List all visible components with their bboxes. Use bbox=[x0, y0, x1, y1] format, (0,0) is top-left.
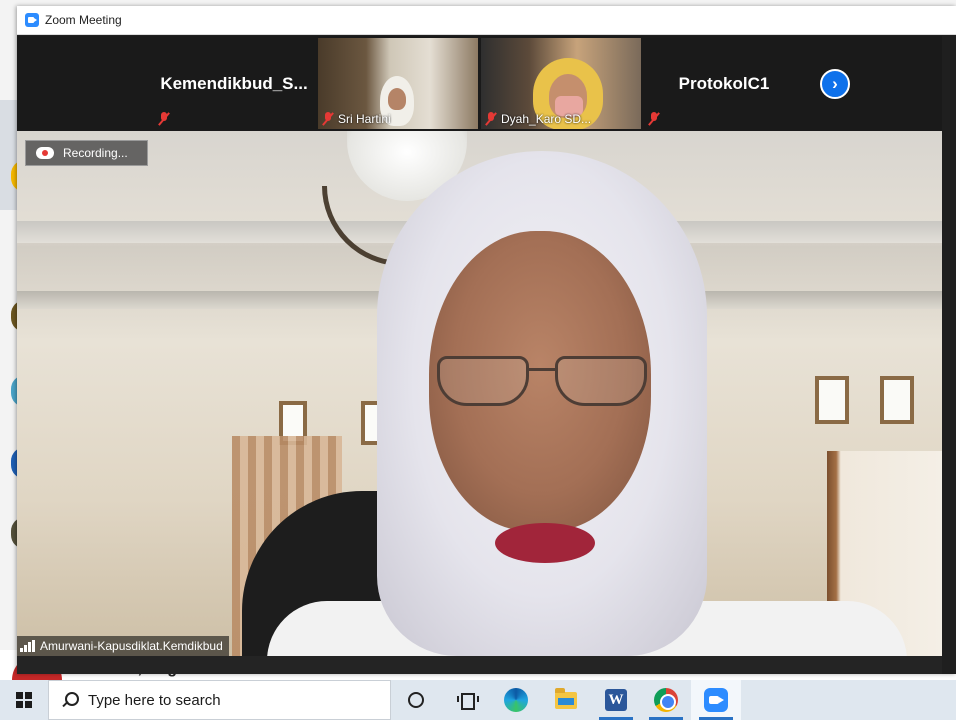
start-button[interactable] bbox=[0, 680, 48, 720]
active-speaker-label: Amurwani-Kapusdiklat.Kemdikbud bbox=[17, 636, 229, 656]
muted-mic-icon bbox=[158, 112, 170, 126]
participant-thumbnail[interactable]: Dyah_Karo SD... bbox=[481, 38, 641, 129]
muted-mic-icon bbox=[322, 112, 334, 126]
participant-footer bbox=[648, 112, 660, 126]
participant-thumbnail[interactable]: ProtokolC1 bbox=[644, 38, 804, 129]
cortana-icon bbox=[408, 692, 424, 708]
window-title: Zoom Meeting bbox=[45, 13, 122, 27]
windows-taskbar: Type here to search W bbox=[0, 680, 956, 720]
wall-window bbox=[815, 376, 849, 424]
taskbar-search-box[interactable]: Type here to search bbox=[48, 680, 391, 720]
zoom-taskbar-button[interactable] bbox=[691, 680, 741, 720]
participant-name: Dyah_Karo SD... bbox=[501, 112, 592, 126]
task-view-button[interactable] bbox=[441, 680, 491, 720]
participant-footer bbox=[158, 112, 170, 126]
edge-taskbar-button[interactable] bbox=[491, 680, 541, 720]
recording-label: Recording... bbox=[63, 146, 128, 160]
chrome-taskbar-button[interactable] bbox=[641, 680, 691, 720]
speaker-glasses bbox=[437, 356, 647, 408]
chevron-right-icon: › bbox=[832, 74, 838, 93]
participant-name: ProtokolC1 bbox=[678, 74, 770, 93]
recording-indicator[interactable]: Recording... bbox=[25, 140, 148, 166]
participant-footer: Dyah_Karo SD... bbox=[485, 112, 591, 126]
task-view-icon bbox=[457, 692, 479, 710]
active-speaker-name: Amurwani-Kapusdiklat.Kemdikbud bbox=[40, 639, 223, 653]
cortana-button[interactable] bbox=[391, 680, 441, 720]
zoom-logo-icon bbox=[25, 13, 39, 27]
word-taskbar-button[interactable]: W bbox=[591, 680, 641, 720]
zoom-icon bbox=[704, 688, 728, 712]
chrome-icon bbox=[654, 688, 678, 712]
file-explorer-icon bbox=[555, 687, 577, 709]
active-speaker-video[interactable] bbox=[17, 131, 942, 656]
window-titlebar[interactable]: Zoom Meeting bbox=[17, 6, 956, 35]
meeting-bottom-bar bbox=[17, 656, 942, 674]
file-explorer-taskbar-button[interactable] bbox=[541, 680, 591, 720]
background-sidebar-strip bbox=[0, 100, 18, 210]
speaker-lips bbox=[495, 523, 595, 563]
muted-mic-icon bbox=[648, 112, 660, 126]
search-icon bbox=[61, 691, 79, 709]
speaker-figure bbox=[377, 151, 707, 656]
edge-icon bbox=[504, 688, 528, 712]
participant-name: Sri Hartini bbox=[338, 112, 391, 126]
participant-thumbnail[interactable]: Kemendikbud_S... bbox=[154, 38, 314, 129]
participant-video-face bbox=[388, 88, 406, 110]
participant-name: Kemendikbud_S... bbox=[160, 74, 308, 93]
cloud-recording-icon bbox=[36, 147, 54, 159]
search-placeholder: Type here to search bbox=[88, 691, 221, 709]
next-page-button[interactable]: › bbox=[820, 69, 850, 99]
connection-signal-icon bbox=[20, 640, 35, 652]
muted-mic-icon bbox=[485, 112, 497, 126]
meeting-content: Kemendikbud_S... Sri Hartini Dyah_Karo S… bbox=[17, 36, 942, 674]
windows-logo-icon bbox=[16, 692, 32, 708]
zoom-meeting-window: Zoom Meeting Kemendikbud_S... Sri Hartin… bbox=[17, 6, 956, 674]
participant-footer: Sri Hartini bbox=[322, 112, 391, 126]
participant-thumbnail[interactable]: Sri Hartini bbox=[318, 38, 478, 129]
word-icon: W bbox=[605, 689, 627, 711]
wall-window bbox=[880, 376, 914, 424]
participant-thumbnail-strip: Kemendikbud_S... Sri Hartini Dyah_Karo S… bbox=[17, 36, 942, 131]
